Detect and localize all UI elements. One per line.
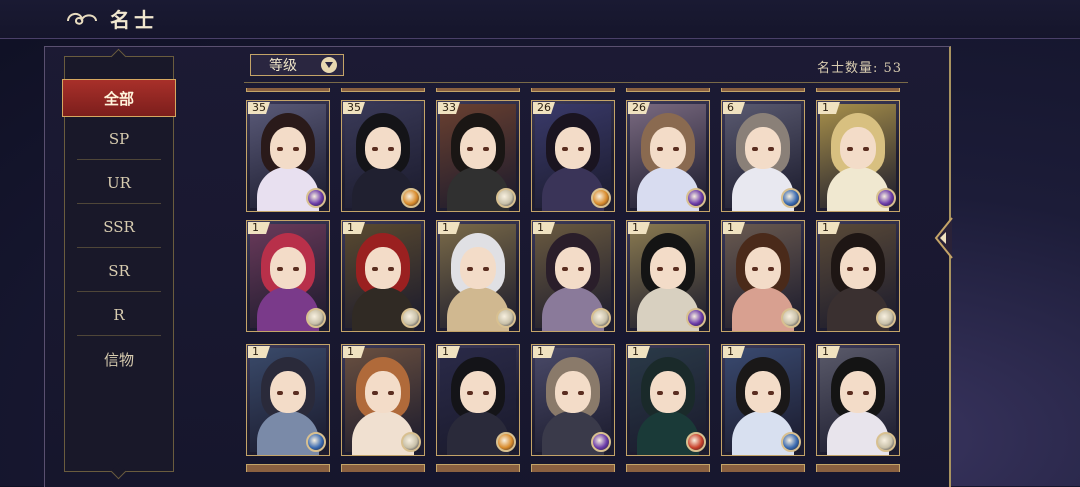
element-orb-icon (686, 432, 706, 452)
portrait-eyes (372, 267, 394, 271)
portrait-eyes (277, 267, 299, 271)
card-edge-bottom (341, 464, 425, 472)
element-orb-icon (876, 188, 896, 208)
element-orb-icon (876, 432, 896, 452)
element-orb-icon (781, 308, 801, 328)
character-card[interactable]: 1 (436, 344, 520, 456)
chevron-down-icon (321, 57, 337, 73)
category-sidebar: 全部 SP UR SSR SR R 信物 (62, 56, 176, 472)
category-tab-r[interactable]: R (77, 295, 161, 336)
character-card[interactable]: 1 (246, 220, 330, 332)
character-card[interactable]: 1 (436, 220, 520, 332)
card-edge-top (341, 88, 425, 92)
portrait-eyes (277, 147, 299, 151)
portrait-eyes (847, 391, 869, 395)
element-orb-icon (496, 188, 516, 208)
element-orb-icon (401, 188, 421, 208)
element-orb-icon (591, 188, 611, 208)
portrait-eyes (277, 391, 299, 395)
card-edge-top (721, 88, 805, 92)
character-card[interactable]: 1 (626, 344, 710, 456)
card-edge-bottom (436, 464, 520, 472)
character-card[interactable]: 1 (816, 344, 900, 456)
collapse-arrow-icon[interactable] (932, 216, 954, 260)
character-card[interactable]: 1 (721, 220, 805, 332)
card-edge-top (531, 88, 615, 92)
portrait-eyes (657, 391, 679, 395)
header: 名士 (64, 4, 158, 33)
element-orb-icon (591, 432, 611, 452)
element-orb-icon (496, 432, 516, 452)
portrait-eyes (657, 267, 679, 271)
character-card[interactable]: 1 (341, 344, 425, 456)
character-card[interactable]: 33 (436, 100, 520, 212)
portrait-eyes (752, 147, 774, 151)
element-orb-icon (591, 308, 611, 328)
character-count: 名士数量: 53 (816, 61, 902, 76)
character-card[interactable]: 35 (341, 100, 425, 212)
element-orb-icon (686, 308, 706, 328)
character-card[interactable]: 1 (816, 100, 900, 212)
character-card[interactable]: 1 (721, 344, 805, 456)
category-tab-sp[interactable]: SP (77, 119, 161, 160)
top-bar: 名士 (0, 0, 1080, 39)
character-card[interactable]: 1 (626, 220, 710, 332)
character-card[interactable]: 6 (721, 100, 805, 212)
portrait-eyes (562, 267, 584, 271)
element-orb-icon (686, 188, 706, 208)
portrait-eyes (372, 391, 394, 395)
element-orb-icon (306, 308, 326, 328)
element-orb-icon (306, 432, 326, 452)
portrait-eyes (372, 147, 394, 151)
character-card[interactable]: 35 (246, 100, 330, 212)
card-edge-top (246, 88, 330, 92)
portrait-eyes (657, 147, 679, 151)
card-edge-bottom (721, 464, 805, 472)
portrait-eyes (467, 391, 489, 395)
portrait-eyes (847, 267, 869, 271)
card-edge-bottom (816, 464, 900, 472)
character-card[interactable]: 26 (626, 100, 710, 212)
character-card[interactable]: 26 (531, 100, 615, 212)
element-orb-icon (496, 308, 516, 328)
element-orb-icon (876, 308, 896, 328)
page-title: 名士 (110, 8, 158, 32)
category-tab-all[interactable]: 全部 (62, 79, 176, 117)
category-tab-ur[interactable]: UR (77, 163, 161, 204)
character-card[interactable]: 1 (246, 344, 330, 456)
card-edge-bottom (531, 464, 615, 472)
element-orb-icon (401, 432, 421, 452)
cloud-swirl-icon (67, 12, 97, 25)
character-card[interactable]: 1 (531, 344, 615, 456)
character-grid: 35 35 33 26 26 6 1 1 1 1 1 1 1 1 1 1 1 1 1 1 1 (246, 88, 910, 486)
portrait-eyes (562, 147, 584, 151)
element-orb-icon (781, 188, 801, 208)
character-card[interactable]: 1 (531, 220, 615, 332)
element-orb-icon (781, 432, 801, 452)
portrait-eyes (467, 267, 489, 271)
filter-divider (244, 82, 908, 83)
card-edge-top (626, 88, 710, 92)
character-card[interactable]: 1 (816, 220, 900, 332)
portrait-eyes (847, 147, 869, 151)
portrait-eyes (752, 391, 774, 395)
element-orb-icon (306, 188, 326, 208)
category-tab-ssr[interactable]: SSR (77, 207, 161, 248)
card-edge-top (816, 88, 900, 92)
card-edge-top (436, 88, 520, 92)
sort-dropdown-label: 等级 (269, 58, 297, 74)
sort-dropdown[interactable]: 等级 (250, 54, 344, 76)
portrait-eyes (562, 391, 584, 395)
portrait-eyes (467, 147, 489, 151)
card-edge-bottom (246, 464, 330, 472)
element-orb-icon (401, 308, 421, 328)
category-tab-tokens[interactable]: 信物 (77, 339, 161, 379)
character-card[interactable]: 1 (341, 220, 425, 332)
portrait-eyes (752, 267, 774, 271)
card-edge-bottom (626, 464, 710, 472)
category-tab-sr[interactable]: SR (77, 251, 161, 292)
